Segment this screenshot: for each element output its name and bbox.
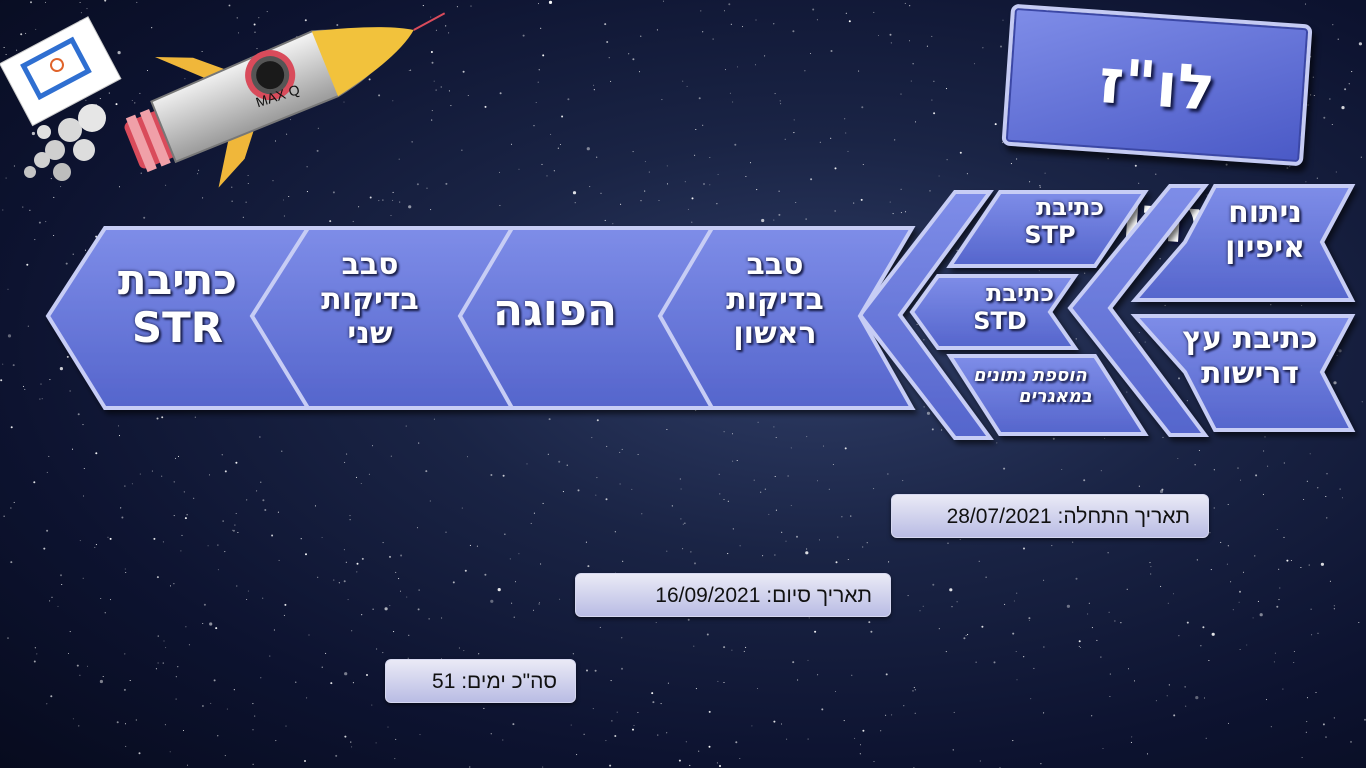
stage-requirements-tree-label: כתיבת עץ דרישות	[1182, 321, 1318, 391]
stage-analysis-label: ניתוח איפיון	[1225, 195, 1305, 265]
total-days-box: סה"כ ימים: 51	[385, 659, 576, 703]
stage-test-round-2-label: סבב בדיקות שני	[321, 247, 419, 351]
stage-break-label: הפוגה	[492, 285, 618, 336]
stage-add-data-label: הוספת נתונים במאגרים	[973, 365, 1092, 407]
timeline-chevrons	[45, 184, 1356, 440]
stage-str-label: כתיבת STR	[117, 255, 238, 353]
stage-std-label: כתיבת STD	[973, 279, 1055, 335]
start-date-box: תאריך התחלה: 28/07/2021	[891, 494, 1209, 538]
end-date-box: תאריך סיום: 16/09/2021	[575, 573, 891, 617]
stage-stp-label: כתיבת STP	[1024, 193, 1105, 249]
stage-test-round-1-label: סבב בדיקות ראשון	[726, 247, 824, 351]
